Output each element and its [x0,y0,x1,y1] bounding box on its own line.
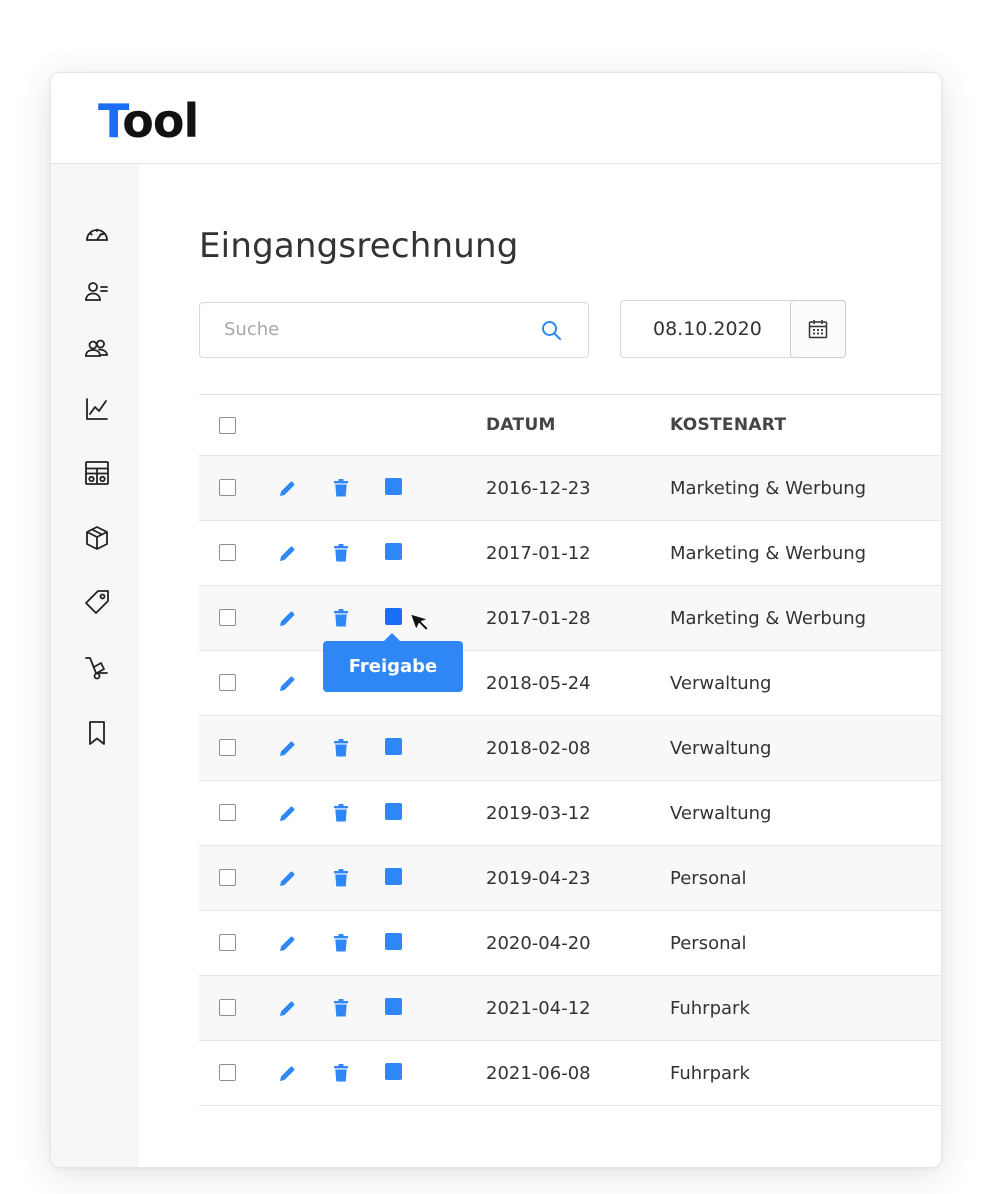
row-checkbox[interactable] [219,739,236,756]
top-bar: Tool [51,73,941,164]
table-row[interactable]: 2019-03-12 Verwaltung [199,781,941,846]
row-checkbox[interactable] [219,804,236,821]
cell-datum: 2021-04-12 [486,998,591,1019]
users-group-icon[interactable] [84,336,110,362]
cell-datum: 2017-01-28 [486,608,591,629]
delete-trash-icon[interactable] [331,868,351,888]
page-title: Eingangsrechnung [199,226,519,266]
cash-register-icon[interactable] [84,460,110,486]
delete-trash-icon[interactable] [331,933,351,953]
hand-truck-icon[interactable] [84,655,110,681]
search-box [199,302,589,358]
table-row[interactable]: 2018-05-24 Verwaltung [199,651,941,716]
logo-accent-letter: T [98,94,123,148]
edit-pencil-icon[interactable] [277,804,297,824]
delete-trash-icon[interactable] [331,543,351,563]
app-window: Tool Eingangsrechnung Suche 08.10.2020 D… [50,72,942,1168]
package-box-icon[interactable] [84,525,110,551]
cell-kostenart: Verwaltung [670,673,772,694]
edit-pencil-icon[interactable] [277,1064,297,1084]
search-input[interactable] [200,303,544,355]
line-chart-icon[interactable] [84,396,110,422]
row-checkbox[interactable] [219,934,236,951]
approve-square-icon[interactable] [385,543,402,560]
calendar-icon [808,320,828,339]
row-checkbox[interactable] [219,609,236,626]
delete-trash-icon[interactable] [331,478,351,498]
cell-kostenart: Personal [670,933,747,954]
cell-kostenart: Marketing & Werbung [670,608,867,629]
search-icon[interactable] [540,319,562,341]
cell-kostenart: Verwaltung [670,738,772,759]
table-row[interactable]: 2019-04-23 Personal [199,846,941,911]
dashboard-gauge-icon[interactable] [84,222,110,248]
edit-pencil-icon[interactable] [277,609,297,629]
table-header-row: DATUM KOSTENART [199,395,941,456]
app-logo[interactable]: Tool [98,93,199,149]
approve-square-icon[interactable] [385,1063,402,1080]
cell-kostenart: Verwaltung [670,803,772,824]
table-row[interactable]: 2017-01-28 Marketing & Werbung Freigabe [199,586,941,692]
cell-datum: 2019-03-12 [486,803,591,824]
edit-pencil-icon[interactable] [277,674,297,694]
row-checkbox[interactable] [219,869,236,886]
delete-trash-icon[interactable] [331,608,351,628]
approve-tooltip: Freigabe [323,633,463,692]
mouse-pointer-icon [409,608,438,636]
delete-trash-icon[interactable] [331,803,351,823]
cell-datum: 2018-02-08 [486,738,591,759]
table-row[interactable]: 2018-02-08 Verwaltung [199,716,941,781]
approve-square-icon[interactable] [385,868,402,885]
delete-trash-icon[interactable] [331,738,351,758]
logo-text: ool [122,94,199,148]
sidebar [51,164,139,1167]
calendar-button[interactable] [790,300,846,358]
delete-trash-icon[interactable] [331,1063,351,1083]
cell-datum: 2018-05-24 [486,673,591,694]
cell-kostenart: Fuhrpark [670,998,750,1019]
price-tag-icon[interactable] [84,589,110,615]
edit-pencil-icon[interactable] [277,869,297,889]
edit-pencil-icon[interactable] [277,479,297,499]
edit-pencil-icon[interactable] [277,934,297,954]
edit-pencil-icon[interactable] [277,999,297,1019]
approve-square-icon[interactable] [385,608,402,625]
table-row[interactable]: 2016-12-23 Marketing & Werbung [199,456,941,521]
main-content: Eingangsrechnung 08.10.2020 DATUM KOSTEN… [139,164,941,1167]
date-field[interactable]: 08.10.2020 [620,300,846,358]
column-header-kostenart[interactable]: KOSTENART [670,395,786,455]
edit-pencil-icon[interactable] [277,544,297,564]
row-checkbox[interactable] [219,674,236,691]
row-checkbox[interactable] [219,999,236,1016]
cell-kostenart: Fuhrpark [670,1063,750,1084]
invoice-table: DATUM KOSTENART 2016-12-23 Marketing & We… [199,394,941,1106]
cell-datum: 2021-06-08 [486,1063,591,1084]
bookmark-icon[interactable] [84,720,110,746]
cell-datum: 2020-04-20 [486,933,591,954]
approve-square-icon[interactable] [385,998,402,1015]
cell-kostenart: Marketing & Werbung [670,478,867,499]
row-checkbox[interactable] [219,1064,236,1081]
table-row[interactable]: 2021-04-12 Fuhrpark [199,976,941,1041]
cell-datum: 2019-04-23 [486,868,591,889]
approve-square-icon[interactable] [385,478,402,495]
delete-trash-icon[interactable] [331,998,351,1018]
table-row[interactable]: 2021-06-08 Fuhrpark [199,1041,941,1106]
column-header-datum[interactable]: DATUM [486,395,556,455]
cell-datum: 2016-12-23 [486,478,591,499]
approve-square-icon[interactable] [385,738,402,755]
table-row[interactable]: 2017-01-12 Marketing & Werbung [199,521,941,586]
cell-datum: 2017-01-12 [486,543,591,564]
cell-kostenart: Marketing & Werbung [670,543,867,564]
edit-pencil-icon[interactable] [277,739,297,759]
table-row[interactable]: 2020-04-20 Personal [199,911,941,976]
approve-square-icon[interactable] [385,933,402,950]
cell-kostenart: Personal [670,868,747,889]
row-checkbox[interactable] [219,544,236,561]
contact-list-icon[interactable] [84,279,110,305]
row-checkbox[interactable] [219,479,236,496]
approve-square-icon[interactable] [385,803,402,820]
select-all-checkbox[interactable] [219,417,236,434]
date-value: 08.10.2020 [653,318,762,340]
